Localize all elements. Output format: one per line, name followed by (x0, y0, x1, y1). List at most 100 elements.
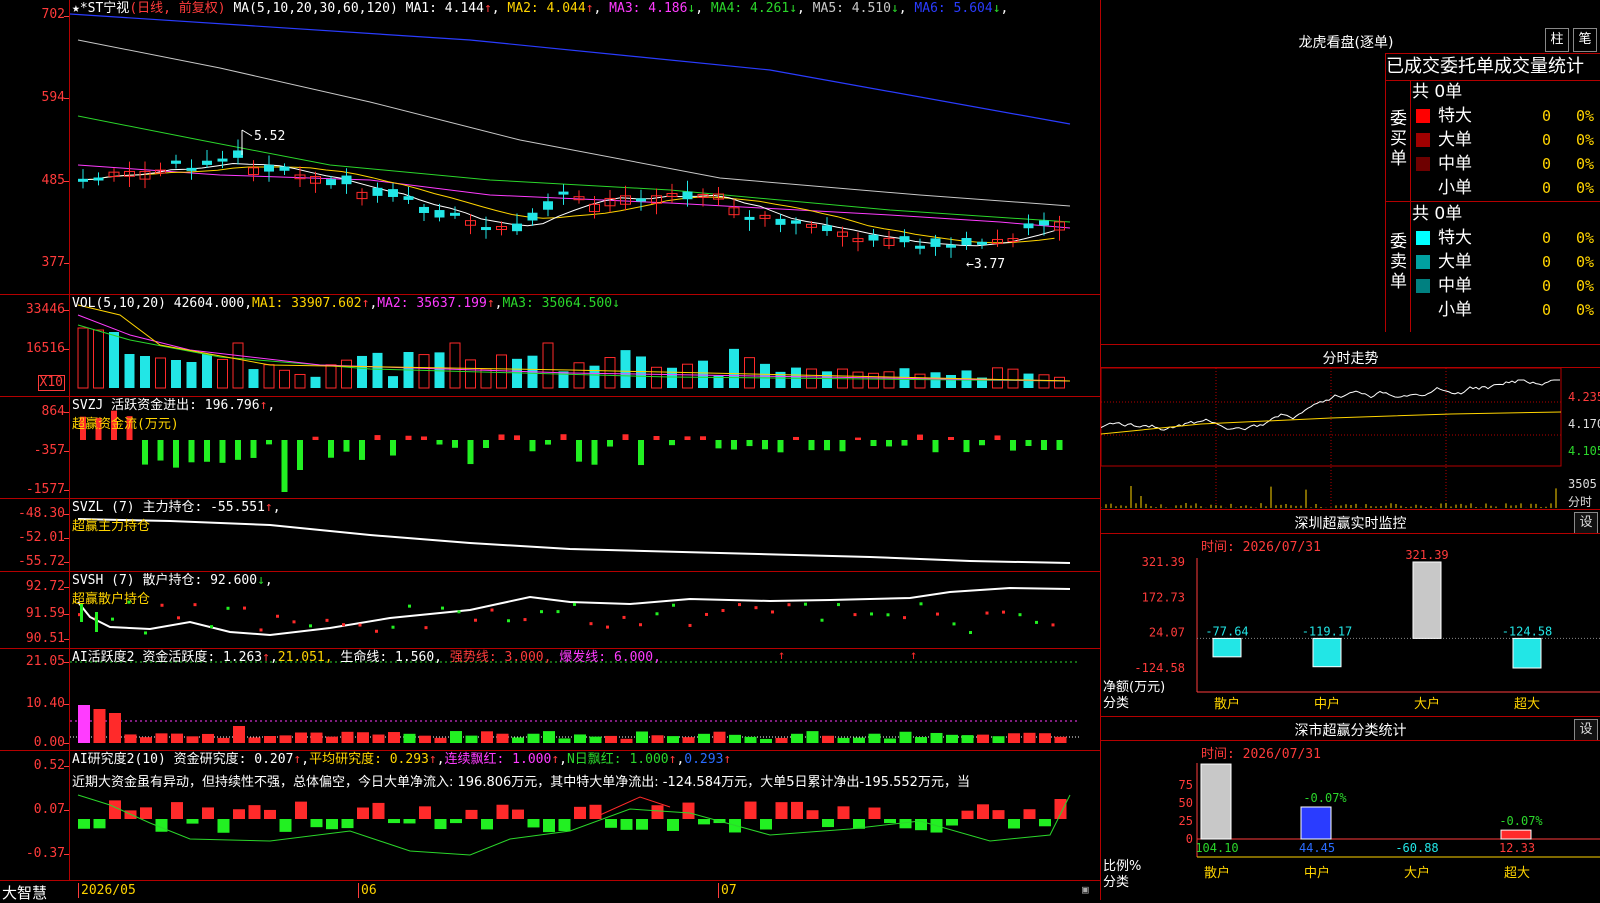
row-name: 小单 (1438, 300, 1472, 320)
volume-bar (729, 348, 739, 388)
longhu-row: 中单 0 0% (1410, 152, 1600, 176)
monitor-panel[interactable]: 深圳超赢实时监控 设 时间: 2026/07/31 321.39 172.73 24… (1100, 510, 1600, 717)
ai-research-pane[interactable]: 0.52 0.07 -0.37 AI研究度2(10) 资金研究度: 0.207↑… (0, 751, 1100, 880)
retail-dot (573, 602, 576, 606)
volume-bar (914, 373, 926, 389)
classify-bar (1500, 829, 1532, 840)
volume-bar (140, 356, 150, 388)
retail-dot (474, 618, 477, 622)
flow-bar (467, 440, 474, 465)
flow-bar (421, 436, 427, 440)
stock-name[interactable]: ★*ST宁视 (72, 1, 129, 16)
flow-bar (1025, 440, 1032, 447)
flow-bar (483, 440, 489, 448)
activity-bar (465, 735, 478, 743)
retail-dot (804, 602, 807, 606)
kline-pane[interactable]: 702 594 485 377 ★*ST宁视(日线, 前复权) MA(5,10,… (0, 0, 1100, 295)
classify-value-label: -60.88 (1395, 841, 1438, 855)
retail-dot (556, 610, 560, 614)
activity-bar (651, 735, 664, 743)
activity-bar (93, 709, 106, 743)
research-bar (450, 819, 462, 824)
candle-down (434, 210, 445, 218)
activity-bar (961, 735, 974, 743)
intraday-panel[interactable]: 分时走势 4.235 4.170 4.105 3505 分时 (1100, 345, 1600, 510)
activity-bar (775, 737, 788, 743)
activity-bar (279, 735, 292, 743)
flow-bar (870, 440, 877, 447)
volume-bar (667, 367, 677, 388)
activity-bar (233, 726, 245, 743)
volume-header: VOL(5,10,20) 42604.000,MA1: 33907.602↑,M… (72, 296, 620, 311)
flow-bar (917, 434, 923, 440)
buy-total: 共 0单 (1412, 82, 1463, 102)
research-bar (202, 807, 214, 819)
research-bar (357, 807, 369, 819)
flow-bar (1010, 440, 1016, 451)
svzj-header: SVZJ 活跃资金进出: 196.796↑, (72, 398, 276, 413)
flow-bar (979, 440, 985, 446)
candle-down (527, 212, 538, 221)
research-bar (326, 819, 338, 830)
y-tick: 702 (41, 7, 65, 22)
svsh-pane[interactable]: 92.72 91.59 90.51 SVSH (7) 散户持仓: 92.600↓… (0, 572, 1100, 649)
classify-panel[interactable]: 深市超赢分类统计 设 时间: 2026/07/31 75 50 25 0 104.10 散… (1100, 717, 1600, 900)
monitor-y-tick: 321.39 (1142, 555, 1185, 569)
volume-bar (852, 371, 864, 389)
volume-bar (744, 357, 755, 389)
retail-dot (705, 612, 708, 616)
candle-down (915, 245, 925, 249)
candle-down (341, 175, 352, 185)
tick-mode-button[interactable]: 笔 (1573, 28, 1597, 52)
activity-bar (667, 736, 679, 743)
activity-bar (620, 738, 633, 743)
row-name: 大单 (1438, 130, 1472, 150)
research-bar (977, 804, 989, 819)
color-swatch (1416, 255, 1430, 269)
volume-pane[interactable]: 33446 16516 X10 VOL(5,10,20) 42604.000,M… (0, 295, 1100, 397)
research-bar (264, 809, 276, 819)
classify-y-tick: 50 (1179, 796, 1193, 810)
color-swatch (1416, 133, 1430, 147)
research-bar (465, 809, 478, 819)
y-tick: 0.52 (33, 758, 65, 773)
candle-down (636, 198, 646, 202)
volume-bar (357, 355, 367, 388)
flow-bar (359, 440, 365, 460)
ai-active-pane[interactable]: 21.05 10.40 0.00 AI活跃度2 资金活跃度: 1.263↑,21… (0, 649, 1100, 751)
svzj-label: SVZJ (72, 398, 104, 413)
flow-bar (560, 434, 567, 440)
volume-bar (109, 332, 119, 388)
period-mode[interactable]: (日线, 前复权) (129, 1, 225, 16)
retail-dot (985, 611, 989, 615)
buy-side-label: 委买单 (1390, 109, 1407, 169)
longhu-row: 小单 0 0% (1410, 298, 1600, 322)
research-bar (217, 819, 230, 833)
flow-bar (328, 440, 334, 458)
flow-bar (669, 440, 675, 446)
ai-active-header: AI活跃度2 资金活跃度: 1.263↑,21.051, 生命线: 1.560,… (72, 650, 661, 665)
kline-plot[interactable]: 5.52 ←3.77 (70, 0, 1100, 294)
activity-bar (1023, 732, 1036, 743)
research-bar (481, 819, 493, 830)
svzj-pane[interactable]: 864 -357 -1577 SVZJ 活跃资金进出: 196.796↑, 超赢… (0, 397, 1100, 499)
svsh-header: SVSH (7) 散户持仓: 92.600↓, (72, 573, 273, 588)
activity-bar (713, 731, 726, 743)
retail-dot (639, 623, 642, 627)
research-bar (1039, 819, 1051, 827)
svzl-y-axis: -48.30 -52.01 -55.72 (0, 499, 70, 571)
activity-bar (264, 736, 276, 743)
bar-mode-button[interactable]: 柱 (1545, 28, 1569, 52)
monitor-category: 大户 (1414, 696, 1440, 712)
flow-bar (591, 440, 598, 465)
flow-bar (297, 440, 303, 470)
retail-dot (160, 603, 164, 607)
retail-dot (342, 623, 345, 627)
svzl-pane[interactable]: -48.30 -52.01 -55.72 SVZL (7) 主力持仓: -55.… (0, 499, 1100, 572)
retail-dot (771, 610, 774, 614)
svsh-subtitle: 超赢散户持仓 (72, 592, 151, 607)
candle-down (558, 191, 569, 195)
ma6-line (70, 13, 1071, 125)
research-bar (140, 807, 152, 819)
lock-icon[interactable]: ▣ (1082, 883, 1089, 896)
